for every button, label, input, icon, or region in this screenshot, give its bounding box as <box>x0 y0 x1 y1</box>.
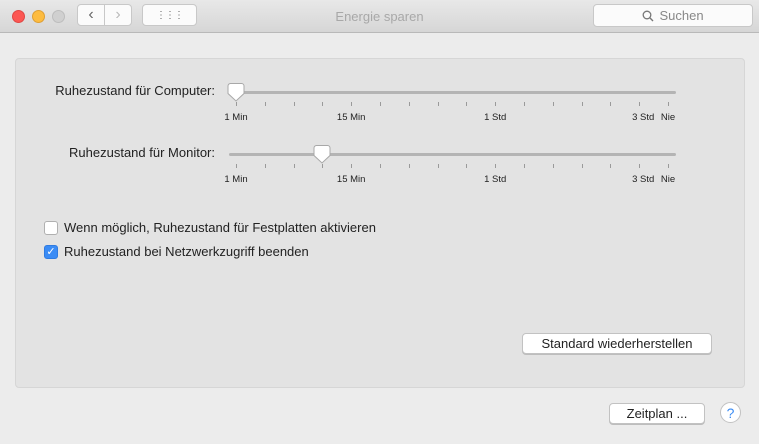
show-all-button[interactable]: ⋮⋮⋮ <box>142 4 197 26</box>
slider-tick <box>409 164 410 168</box>
grid-icon: ⋮⋮⋮ <box>156 9 184 21</box>
search-input[interactable]: Suchen <box>593 4 753 27</box>
checkbox-disk-sleep[interactable]: Wenn möglich, Ruhezustand für Festplatte… <box>44 220 376 235</box>
slider-tick <box>438 164 439 168</box>
help-button[interactable]: ? <box>720 402 741 423</box>
slider-tick <box>495 164 496 168</box>
slider-tick <box>639 164 640 168</box>
slider-label: Ruhezustand für Computer: <box>55 83 215 98</box>
slider-track[interactable] <box>229 91 676 94</box>
slider-tick <box>380 102 381 106</box>
slider-tick <box>438 102 439 106</box>
slider-track[interactable] <box>229 153 676 156</box>
search-icon <box>643 10 654 21</box>
slider-tick <box>409 102 410 106</box>
slider-tick <box>351 164 352 168</box>
tick-label: 3 Std <box>632 174 655 185</box>
slider-tick <box>322 164 323 168</box>
slider-tick <box>294 102 295 106</box>
schedule-button[interactable]: Zeitplan ... <box>609 403 705 424</box>
checkbox-box[interactable] <box>44 220 58 235</box>
chevron-right-icon: › <box>115 6 121 23</box>
tick-label: 1 Std <box>484 174 507 185</box>
close-button[interactable] <box>12 10 25 23</box>
slider-tick <box>236 102 237 106</box>
slider-tick <box>380 164 381 168</box>
slider-tick <box>466 102 467 106</box>
search-placeholder: Suchen <box>659 8 704 23</box>
tick-label: 1 Min <box>224 174 248 185</box>
tick-label: 15 Min <box>336 112 366 123</box>
checkbox-label: Ruhezustand bei Netzwerkzugriff beenden <box>64 244 309 259</box>
slider-tick <box>582 164 583 168</box>
slider-label: Ruhezustand für Monitor: <box>69 145 215 160</box>
tick-label: 1 Std <box>484 112 507 123</box>
slider-tick <box>582 102 583 106</box>
slider-tick <box>265 164 266 168</box>
slider-tick <box>668 102 669 106</box>
slider-tick <box>236 164 237 168</box>
checkbox-label: Wenn möglich, Ruhezustand für Festplatte… <box>64 220 376 235</box>
slider-tick <box>524 102 525 106</box>
title-bar: ‹ › ⋮⋮⋮ Energie sparen Suchen <box>0 0 759 33</box>
slider-tick <box>524 164 525 168</box>
tick-label: Nie <box>660 174 676 185</box>
slider-tick <box>265 102 266 106</box>
slider-tick <box>351 102 352 106</box>
tick-label: 1 Min <box>224 112 248 123</box>
restore-defaults-button[interactable]: Standard wiederherstellen <box>522 333 712 354</box>
slider-tick <box>610 164 611 168</box>
tick-label: 15 Min <box>336 174 366 185</box>
zoom-button[interactable] <box>52 10 65 23</box>
help-icon: ? <box>726 404 735 421</box>
checkbox-box[interactable]: ✓ <box>44 244 58 259</box>
tick-label: 3 Std <box>632 112 655 123</box>
slider-tick <box>294 164 295 168</box>
checkbox-wake-network[interactable]: ✓ Ruhezustand bei Netzwerkzugriff beende… <box>44 244 309 259</box>
forward-button[interactable]: › <box>104 4 132 26</box>
slider-tick <box>553 164 554 168</box>
slider-tick <box>466 164 467 168</box>
slider-thumb[interactable] <box>313 145 331 164</box>
slider-tick <box>668 164 669 168</box>
slider-thumb[interactable] <box>227 83 245 102</box>
minimize-button[interactable] <box>32 10 45 23</box>
slider-tick <box>495 102 496 106</box>
back-button[interactable]: ‹ <box>77 4 105 26</box>
slider-tick <box>639 102 640 106</box>
slider-tick <box>610 102 611 106</box>
slider-tick <box>553 102 554 106</box>
slider-tick <box>322 102 323 106</box>
chevron-left-icon: ‹ <box>88 6 94 23</box>
tick-label: Nie <box>660 112 676 123</box>
